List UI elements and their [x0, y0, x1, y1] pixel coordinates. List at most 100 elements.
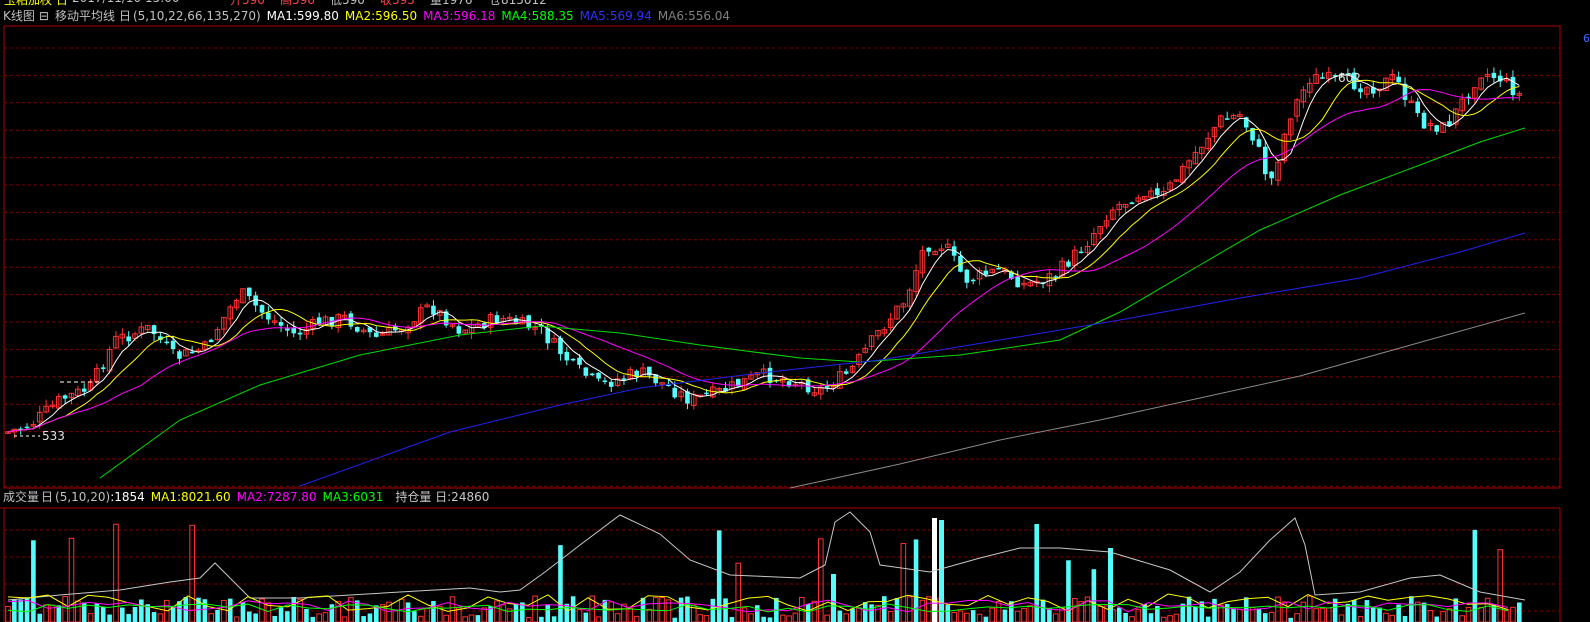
volume-bar — [120, 607, 125, 622]
volume-bar — [1047, 608, 1052, 622]
volume-bar — [824, 614, 830, 622]
volume-bar — [310, 616, 316, 622]
candlestick-chart[interactable]: 533 602 — [0, 0, 1590, 622]
volume-bar — [1421, 602, 1427, 622]
candle-body — [354, 326, 360, 332]
volume-bar — [805, 603, 811, 622]
candle-body — [1434, 125, 1440, 132]
volume-bar — [951, 611, 957, 622]
volume-bar — [862, 602, 868, 622]
candle-body — [589, 373, 595, 376]
volume-bar — [995, 601, 1002, 622]
candle-body — [570, 358, 576, 361]
volume-bar — [177, 601, 182, 622]
volume-bar — [1212, 598, 1217, 622]
candle-body — [1491, 72, 1497, 78]
volume-bar — [449, 596, 456, 622]
candle-body — [545, 328, 551, 344]
volume-bar — [157, 613, 164, 622]
volume-bar — [1510, 606, 1516, 622]
candle-body — [1224, 118, 1230, 120]
volume-bar — [329, 604, 335, 622]
volume-bar — [1263, 613, 1268, 622]
volume-bar — [1072, 597, 1078, 622]
volume-bar — [1484, 597, 1491, 622]
candle-body — [1256, 139, 1262, 147]
volume-bar — [970, 610, 976, 622]
volume-bar — [1002, 609, 1008, 622]
candle-body — [126, 336, 131, 342]
volume-bar — [735, 562, 742, 622]
candle-body — [672, 387, 678, 398]
volume-bar — [1160, 616, 1167, 622]
volume-bar — [1148, 613, 1154, 622]
candle-body — [996, 267, 1001, 270]
volume-bar — [170, 606, 176, 622]
volume-bar — [1123, 612, 1128, 622]
volume-bar — [1167, 615, 1173, 622]
volume-bar — [322, 612, 329, 622]
candle-body — [564, 351, 570, 361]
volume-bar — [906, 596, 913, 622]
volume-bar — [843, 613, 850, 622]
volume-bar — [475, 615, 481, 622]
volume-bar — [100, 606, 106, 622]
candle-body — [247, 287, 252, 297]
volume-bar — [1377, 607, 1382, 622]
volume-bar — [500, 604, 507, 622]
volume-bar — [37, 613, 43, 622]
volume-bar — [957, 610, 964, 622]
ma4-line — [99, 127, 1526, 479]
volume-bar — [304, 608, 309, 622]
volume-bar — [431, 600, 436, 622]
candle-body — [583, 367, 589, 376]
volume-bar — [525, 617, 532, 622]
volume-bar — [513, 603, 519, 622]
volume-bar — [1294, 613, 1300, 622]
volume-bar — [558, 545, 563, 622]
volume-bar — [132, 606, 138, 622]
volume-bar — [697, 614, 703, 622]
volume-bar — [1459, 615, 1465, 622]
candle-body — [704, 392, 709, 395]
volume-bar — [602, 599, 608, 622]
volume-bar — [233, 616, 240, 622]
candle-body — [824, 386, 830, 388]
volume-bar — [87, 613, 94, 622]
volume-bar — [1517, 602, 1522, 622]
volume-bar — [1066, 560, 1071, 622]
volume-bar — [1193, 606, 1198, 622]
volume-bar — [1427, 609, 1434, 622]
candle-body — [456, 326, 462, 334]
volume-bar — [367, 613, 373, 622]
volume-bar — [68, 537, 75, 622]
volume-bar — [786, 615, 792, 622]
main-pane-frame — [3, 25, 1561, 489]
candle-body — [1155, 188, 1160, 196]
candle-body — [285, 328, 290, 331]
volume-bar — [767, 617, 773, 622]
volume-bar — [564, 603, 570, 622]
candle-body — [431, 305, 436, 315]
volume-bar — [627, 607, 634, 622]
volume-bar — [481, 607, 488, 622]
volume-bar — [1205, 616, 1211, 622]
ma6-line — [789, 312, 1526, 489]
volume-bar — [253, 613, 258, 622]
candle-body — [1129, 202, 1135, 205]
volume-bar — [583, 612, 589, 622]
volume-bar — [1300, 601, 1307, 622]
candle-body — [278, 322, 284, 326]
volume-bar — [62, 596, 68, 622]
candle-body — [602, 380, 608, 382]
volume-bar — [189, 524, 195, 622]
volume-bar — [545, 604, 551, 622]
volume-bar — [1503, 609, 1510, 622]
volume-bar — [247, 611, 252, 622]
volume-bar — [1091, 569, 1097, 622]
volume-bar — [945, 604, 951, 622]
volume-bar — [1351, 600, 1357, 622]
candle-body — [1320, 77, 1325, 79]
volume-bar — [285, 611, 290, 622]
volume-bar — [1389, 614, 1396, 622]
